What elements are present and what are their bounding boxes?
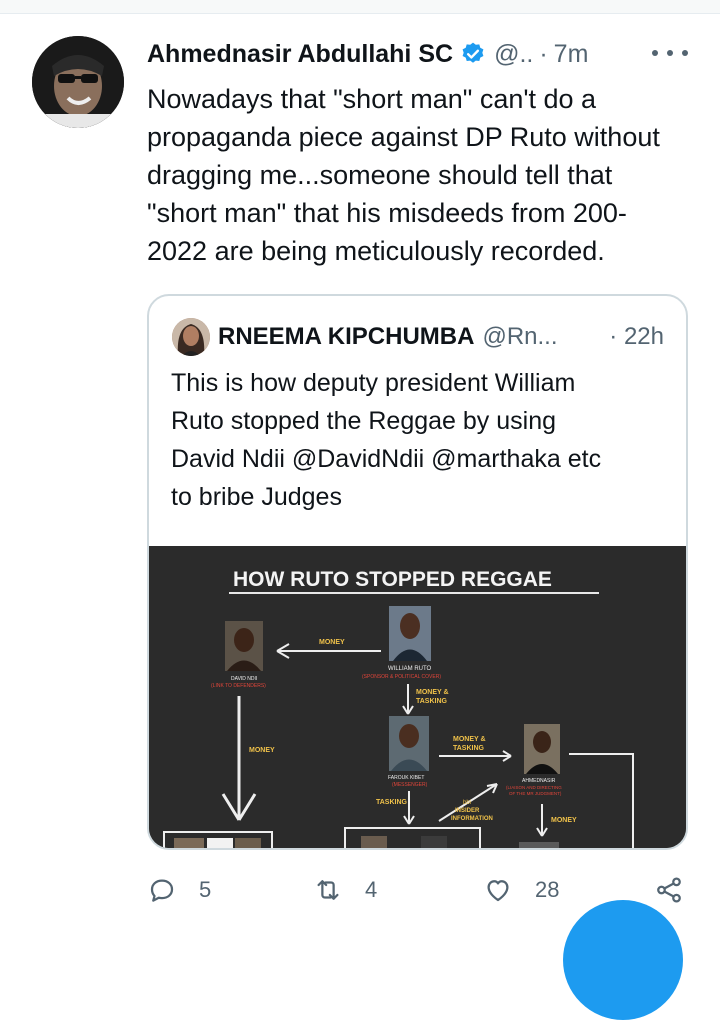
label-farouk-sub: (MESSENGER): [392, 782, 428, 788]
avatar-photo-icon: [172, 318, 210, 356]
retweet-button[interactable]: 4: [313, 865, 377, 915]
label-ahmednasir: AHMEDNASIR: [522, 778, 556, 784]
label-farouk: FAROUK KIBET: [388, 775, 424, 781]
more-options-icon[interactable]: [652, 41, 688, 65]
label-insider: INSIDER: [455, 808, 480, 814]
quoted-author-name[interactable]: RNEEMA KIPCHUMBA: [218, 323, 474, 351]
diagram-title: HOW RUTO STOPPED REGGAE: [233, 568, 552, 591]
share-icon: [657, 877, 681, 903]
photo-david-ndii: [225, 621, 263, 671]
label-money-tasking-1: MONEY &: [416, 689, 449, 696]
label-ahmednasir-sub2: OF THE MR JUDGMENT): [509, 791, 562, 796]
quoted-author-avatar[interactable]: [172, 318, 210, 356]
verified-badge-icon: [462, 42, 484, 63]
top-divider-strip: [0, 0, 720, 14]
label-information: INFORMATION: [451, 816, 493, 822]
photo-farouk-kibet: [389, 716, 429, 771]
reply-button[interactable]: 5: [147, 865, 211, 915]
heart-icon: [487, 880, 509, 902]
label-william: WILLIAM RUTO: [388, 666, 432, 672]
label-david-sub: (LINK TO DEFENDERS): [211, 683, 266, 689]
chalkboard-diagram: HOW RUTO STOPPED REGGAE WILLIAM RUTO (SP…: [149, 546, 686, 848]
share-button[interactable]: [654, 865, 706, 915]
author-handle[interactable]: @..: [494, 40, 533, 69]
header-separator: ·: [539, 39, 548, 68]
label-money-top: MONEY: [319, 639, 345, 646]
reply-count: 5: [199, 877, 212, 902]
photo-william-ruto: [389, 606, 431, 661]
label-david: DAVID NDII: [231, 676, 257, 682]
avatar-photo-icon: [32, 36, 124, 128]
like-count: 28: [535, 877, 560, 902]
label-money-tasking-2: MONEY &: [453, 736, 486, 743]
label-money-right: MONEY: [551, 817, 577, 824]
label-bbi: bbi: [463, 800, 471, 806]
label-money-left: MONEY: [249, 747, 275, 754]
like-button[interactable]: 28: [483, 865, 559, 915]
reply-icon: [150, 879, 174, 902]
label-money-tasking-2b: TASKING: [453, 745, 485, 752]
tweet-time[interactable]: 7m: [554, 40, 589, 69]
author-name[interactable]: Ahmednasir Abdullahi SC: [147, 40, 453, 69]
quoted-header: RNEEMA KIPCHUMBA @Rn...: [218, 318, 558, 356]
label-william-sub: (SPONSOR & POLITICAL COVER): [362, 674, 441, 680]
compose-fab-button[interactable]: [563, 900, 683, 1020]
quoted-text: This is how deputy president William Rut…: [171, 369, 602, 511]
retweet-icon: [317, 880, 339, 900]
quoted-media-image[interactable]: HOW RUTO STOPPED REGGAE WILLIAM RUTO (SP…: [149, 546, 686, 848]
quoted-time[interactable]: · 22h: [609, 318, 664, 356]
tweet-text: Nowadays that "short man" can't do a pro…: [147, 84, 660, 266]
photo-ahmednasir: [524, 724, 560, 774]
retweet-count: 4: [365, 877, 378, 902]
label-ahmednasir-sub: (LIAISON AND DIRECTING: [506, 785, 562, 790]
quoted-tweet-card[interactable]: RNEEMA KIPCHUMBA @Rn... · 22h This is ho…: [147, 294, 688, 850]
label-tasking: TASKING: [376, 799, 408, 806]
label-money-tasking-1b: TASKING: [416, 698, 448, 705]
author-avatar[interactable]: [32, 36, 124, 128]
quoted-author-handle[interactable]: @Rn...: [482, 323, 557, 351]
tweet-header: Ahmednasir Abdullahi SC @.. · 7m: [147, 36, 588, 72]
